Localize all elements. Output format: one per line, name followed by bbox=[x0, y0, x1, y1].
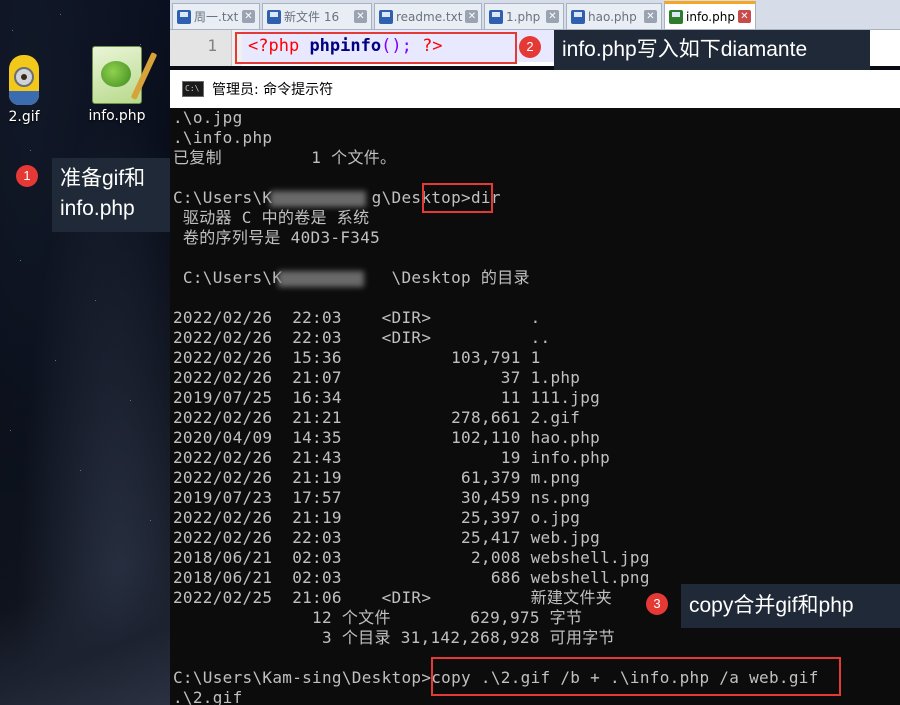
terminal-line: 2019/07/23 17:57 30,459 ns.png bbox=[173, 488, 591, 507]
redacted-username bbox=[278, 271, 364, 287]
step-badge-3: 3 bbox=[646, 593, 668, 615]
annotation-note-3: copy合并gif和php bbox=[681, 584, 900, 628]
tab-label: hao.php bbox=[588, 9, 637, 24]
terminal-line: 2022/02/26 21:19 61,379 m.png bbox=[173, 468, 581, 487]
terminal-line: 12 个文件 629,975 字节 bbox=[173, 608, 583, 627]
line-number: 1 bbox=[170, 30, 232, 66]
terminal-line: 2022/02/26 21:21 278,661 2.gif bbox=[173, 408, 581, 427]
annotation-text: info.php写入如下diamante bbox=[562, 38, 808, 61]
tab-info-php[interactable]: info.php ✕ bbox=[664, 1, 756, 29]
terminal-line: .\info.php bbox=[173, 128, 273, 147]
tab-label: readme.txt bbox=[396, 9, 463, 24]
desktop-icon-label: info.php bbox=[88, 108, 146, 124]
tab-label: info.php bbox=[686, 9, 735, 24]
notepadpp-file-icon bbox=[92, 46, 158, 104]
highlight-box-code bbox=[235, 32, 517, 64]
terminal-line: .\o.jpg bbox=[173, 108, 243, 127]
tab-readme-txt[interactable]: readme.txt ✕ bbox=[374, 3, 482, 29]
redacted-username bbox=[270, 191, 366, 207]
annotation-text: info.php bbox=[60, 197, 135, 220]
tab-new-file-16[interactable]: 新文件 16 ✕ bbox=[262, 3, 372, 29]
desktop-icon-2gif[interactable]: 2.gif bbox=[2, 55, 46, 125]
tab-label: 周一.txt bbox=[194, 10, 239, 24]
terminal-line: 2020/04/09 14:35 102,110 hao.php bbox=[173, 428, 601, 447]
terminal-line: 2019/07/25 16:34 11 111.jpg bbox=[173, 388, 601, 407]
terminal-line: 驱动器 C 中的卷是 系统 bbox=[173, 208, 370, 227]
terminal-line: 2022/02/26 22:03 <DIR> .. bbox=[173, 328, 551, 347]
close-icon[interactable]: ✕ bbox=[644, 10, 657, 23]
terminal-line: 2022/02/26 21:43 19 info.php bbox=[173, 448, 611, 467]
close-icon[interactable]: ✕ bbox=[465, 10, 479, 23]
close-icon[interactable]: ✕ bbox=[242, 10, 255, 23]
minion-gif-icon bbox=[9, 55, 39, 105]
saved-file-icon bbox=[489, 9, 503, 24]
tab-label: 新文件 16 bbox=[284, 10, 340, 24]
tab-1-php[interactable]: 1.php ✕ bbox=[484, 3, 564, 29]
annotation-text: 准备gif和 bbox=[60, 167, 146, 190]
editor-tab-bar: 周一.txt ✕ 新文件 16 ✕ readme.txt ✕ 1.php ✕ h… bbox=[170, 0, 900, 30]
window-title: 管理员: 命令提示符 bbox=[212, 82, 334, 98]
saved-file-icon bbox=[571, 9, 585, 24]
saved-file-icon bbox=[669, 9, 683, 24]
annotation-text: copy合并gif和php bbox=[689, 594, 854, 617]
tab-zhouyi-txt[interactable]: 周一.txt ✕ bbox=[172, 3, 260, 29]
annotation-note-1: 准备gif和 info.php bbox=[52, 158, 170, 232]
highlight-box-copy bbox=[431, 657, 841, 696]
saved-file-icon bbox=[177, 9, 191, 24]
terminal-line: 卷的序列号是 40D3-F345 bbox=[173, 228, 381, 247]
terminal-line: 2022/02/26 21:19 25,397 o.jpg bbox=[173, 508, 581, 527]
terminal-line: 2022/02/26 22:03 25,417 web.jpg bbox=[173, 528, 601, 547]
terminal-line: 2018/06/21 02:03 686 webshell.png bbox=[173, 568, 650, 587]
terminal-line: 2022/02/25 21:06 <DIR> 新建文件夹 bbox=[173, 588, 613, 607]
terminal-line: .\2.gif bbox=[173, 688, 243, 705]
cmd-title-bar[interactable]: C:\ 管理员: 命令提示符 bbox=[170, 70, 900, 108]
desktop-icon-label: 2.gif bbox=[8, 109, 40, 125]
close-icon[interactable]: ✕ bbox=[738, 10, 751, 23]
terminal-line: 2022/02/26 22:03 <DIR> . bbox=[173, 308, 541, 327]
annotation-note-2: info.php写入如下diamante bbox=[554, 30, 870, 70]
close-icon[interactable]: ✕ bbox=[546, 10, 559, 23]
cmd-icon: C:\ bbox=[182, 81, 204, 97]
close-icon[interactable]: ✕ bbox=[354, 10, 367, 23]
terminal-line: 2022/02/26 15:36 103,791 1 bbox=[173, 348, 541, 367]
step-badge-2: 2 bbox=[519, 36, 541, 58]
terminal-line: 已复制 1 个文件。 bbox=[173, 148, 397, 167]
saved-file-icon bbox=[379, 9, 393, 24]
terminal-line: 3 个目录 31,142,268,928 可用字节 bbox=[173, 628, 615, 647]
desktop-icon-infophp[interactable]: info.php bbox=[84, 46, 158, 124]
tab-label: 1.php bbox=[506, 9, 541, 24]
tab-hao-php[interactable]: hao.php ✕ bbox=[566, 3, 662, 29]
terminal-line: 2022/02/26 21:07 37 1.php bbox=[173, 368, 581, 387]
step-badge-1: 1 bbox=[16, 165, 38, 187]
terminal-line: 2018/06/21 02:03 2,008 webshell.jpg bbox=[173, 548, 650, 567]
saved-file-icon bbox=[267, 9, 281, 24]
highlight-box-dir bbox=[422, 183, 493, 213]
